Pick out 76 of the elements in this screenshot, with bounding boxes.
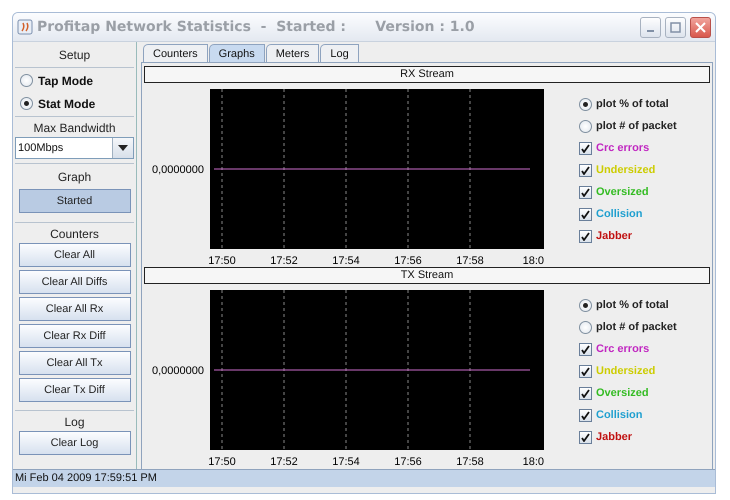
axis-label: 17:54 xyxy=(332,255,360,265)
radio-button[interactable] xyxy=(579,120,592,132)
status-bar: Mi Feb 04 2009 17:59:51 PM xyxy=(13,469,715,487)
checkbox[interactable] xyxy=(579,342,592,356)
series-label: Collision xyxy=(596,208,642,220)
bandwidth-dropdown[interactable]: 100Mbps xyxy=(15,137,134,159)
axis-label: 17:52 xyxy=(270,255,298,265)
radio-button[interactable] xyxy=(20,74,33,87)
tab[interactable]: Meters xyxy=(266,44,320,62)
series-label: Collision xyxy=(596,409,642,421)
checkbox[interactable] xyxy=(579,142,592,154)
radio-label: Tap Mode xyxy=(38,74,94,88)
minimize-icon xyxy=(647,30,654,32)
axis-label: 0,0000000 xyxy=(152,365,204,377)
maximize-button[interactable] xyxy=(665,16,686,38)
series-label: Oversized xyxy=(596,186,649,198)
radio-option[interactable]: plot # of packet xyxy=(579,115,677,137)
axis-label: 17:58 xyxy=(456,255,484,265)
minimize-button[interactable] xyxy=(640,16,661,38)
checkbox[interactable] xyxy=(579,364,592,378)
radio-label: plot # of packet xyxy=(596,120,677,132)
radio-button[interactable] xyxy=(579,98,592,110)
axis-label: 17:54 xyxy=(332,456,360,466)
app-icon xyxy=(17,19,33,35)
clear-button[interactable]: Clear All xyxy=(18,243,130,267)
radio-option[interactable]: plot % of total xyxy=(579,93,677,115)
radio-label: plot % of total xyxy=(596,98,669,110)
axis-label: 17:58 xyxy=(456,456,484,466)
axis-label: 17:56 xyxy=(394,456,422,466)
radio-button[interactable] xyxy=(20,97,33,110)
clear-button[interactable]: Clear All Tx xyxy=(18,351,130,375)
checkbox[interactable] xyxy=(579,186,592,198)
radio-button[interactable] xyxy=(579,320,592,334)
series-label: Undersized xyxy=(596,365,656,377)
clear-log-button[interactable]: Clear Log xyxy=(18,431,130,455)
axis-label: 0,0000000 xyxy=(152,164,204,176)
axis-label: 17:50 xyxy=(208,255,236,265)
checkbox[interactable] xyxy=(579,164,592,176)
series-label: Undersized xyxy=(596,164,656,176)
close-icon xyxy=(695,22,706,32)
tab[interactable]: Graphs xyxy=(208,44,265,62)
radio-label: Stat Mode xyxy=(38,96,96,110)
graph-toggle-button[interactable]: Started xyxy=(18,189,130,213)
stream-title: TX Stream xyxy=(144,267,710,284)
clear-button[interactable]: Clear All Rx xyxy=(18,297,130,321)
clear-button[interactable]: Clear Rx Diff xyxy=(18,324,130,348)
axis-label: 17:50 xyxy=(208,456,236,466)
axis-label: 18:0 xyxy=(522,255,544,265)
series-label: Jabber xyxy=(596,431,632,443)
tab[interactable]: Counters xyxy=(143,44,208,62)
tab[interactable]: Log xyxy=(320,44,359,62)
series-label: Jabber xyxy=(596,230,632,242)
axis-label: 17:56 xyxy=(394,255,422,265)
close-button[interactable] xyxy=(690,16,711,38)
checkbox[interactable] xyxy=(579,230,592,242)
clear-button[interactable]: Clear Tx Diff xyxy=(18,378,130,402)
series-label: Crc errors xyxy=(596,343,650,355)
radio-option[interactable]: plot % of total xyxy=(579,294,677,316)
series-label: Crc errors xyxy=(596,142,650,154)
maximize-icon xyxy=(670,22,681,32)
radio-option[interactable]: plot # of packet xyxy=(579,316,677,338)
stream-title: RX Stream xyxy=(144,66,710,83)
radio-label: plot % of total xyxy=(596,299,669,311)
window-title: Profitap Network Statistics - Started : Version : 1.0 xyxy=(37,19,476,35)
axis-label: 17:52 xyxy=(270,456,298,466)
section-label: Setup xyxy=(58,47,92,64)
checkbox[interactable] xyxy=(579,408,592,422)
radio-button[interactable] xyxy=(579,298,592,312)
clear-button[interactable]: Clear All Diffs xyxy=(18,270,130,294)
series-label: Oversized xyxy=(596,387,649,399)
caret-icon xyxy=(118,145,128,151)
axis-label: 18:0 xyxy=(522,456,544,466)
checkbox[interactable] xyxy=(579,430,592,444)
checkbox[interactable] xyxy=(579,208,592,220)
checkbox[interactable] xyxy=(579,386,592,400)
radio-label: plot # of packet xyxy=(596,321,677,333)
